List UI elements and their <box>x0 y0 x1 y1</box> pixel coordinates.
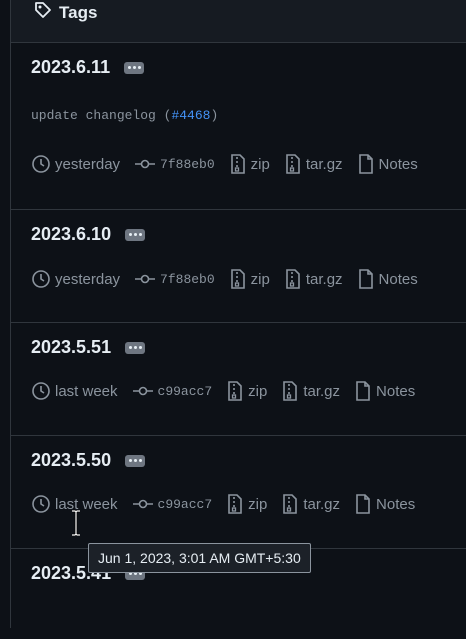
notes-label: Notes <box>378 270 418 288</box>
commit-sha: c99acc7 <box>157 496 213 512</box>
commit-item[interactable]: 7f88eb0 <box>134 157 215 172</box>
tag-meta: last week c99acc7 zip tar.gz Notes <box>31 381 429 401</box>
file-zip-icon <box>284 154 302 174</box>
text-cursor-icon <box>70 509 82 537</box>
notes-link[interactable]: Notes <box>354 494 415 514</box>
more-options-button[interactable] <box>124 61 145 74</box>
tag-title: 2023.5.50 <box>31 450 146 471</box>
targz-download[interactable]: tar.gz <box>284 154 343 174</box>
commit-icon <box>132 497 154 511</box>
commit-message-suffix: ) <box>210 108 219 123</box>
commit-icon <box>134 272 156 286</box>
commit-icon <box>134 157 156 171</box>
targz-label: tar.gz <box>305 270 343 288</box>
file-icon <box>354 494 372 514</box>
tag-name-link[interactable]: 2023.5.51 <box>31 337 111 358</box>
targz-label: tar.gz <box>305 155 343 173</box>
targz-label: tar.gz <box>303 495 341 513</box>
zip-label: zip <box>248 495 268 513</box>
targz-download[interactable]: tar.gz <box>284 269 343 289</box>
targz-download[interactable]: tar.gz <box>281 494 340 514</box>
file-zip-icon <box>281 494 299 514</box>
file-zip-icon <box>281 381 299 401</box>
date-tooltip: Jun 1, 2023, 3:01 AM GMT+5:30 <box>88 543 311 573</box>
notes-label: Notes <box>376 382 416 400</box>
tag-row: 2023.6.11 update changelog (#4468) yeste… <box>11 43 466 210</box>
more-options-button[interactable] <box>125 454 146 467</box>
notes-link[interactable]: Notes <box>354 381 415 401</box>
clock-icon <box>31 494 51 514</box>
tag-icon <box>33 0 53 25</box>
commit-message: update changelog (#4468) <box>31 108 218 123</box>
clock-icon <box>31 269 51 289</box>
tag-title: 2023.5.51 <box>31 337 146 358</box>
commit-sha: c99acc7 <box>157 383 213 399</box>
tags-header: Tags <box>11 0 466 43</box>
zip-download[interactable]: zip <box>229 269 270 289</box>
notes-link[interactable]: Notes <box>357 269 418 289</box>
tag-name-link[interactable]: 2023.6.11 <box>31 57 110 78</box>
notes-link[interactable]: Notes <box>357 154 418 174</box>
date-item[interactable]: last week <box>31 381 118 401</box>
zip-download[interactable]: zip <box>229 154 270 174</box>
zip-download[interactable]: zip <box>226 381 267 401</box>
tag-name-link[interactable]: 2023.6.10 <box>31 224 111 245</box>
file-zip-icon <box>284 269 302 289</box>
tag-name-link[interactable]: 2023.5.50 <box>31 450 111 471</box>
commit-message-text: update changelog ( <box>31 108 172 123</box>
commit-item[interactable]: c99acc7 <box>132 496 213 512</box>
zip-label: zip <box>250 270 270 288</box>
date-text: yesterday <box>55 155 121 173</box>
file-icon <box>354 381 372 401</box>
file-zip-icon <box>226 494 244 514</box>
date-item[interactable]: yesterday <box>31 269 120 289</box>
file-icon <box>357 269 375 289</box>
notes-label: Notes <box>378 155 418 173</box>
header-title-text: Tags <box>59 2 98 22</box>
tag-title: 2023.6.11 <box>31 57 145 78</box>
clock-icon <box>31 154 51 174</box>
notes-label: Notes <box>376 495 416 513</box>
more-options-button[interactable] <box>125 341 146 354</box>
targz-label: tar.gz <box>303 382 341 400</box>
zip-label: zip <box>250 155 270 173</box>
targz-download[interactable]: tar.gz <box>281 381 340 401</box>
zip-download[interactable]: zip <box>226 494 267 514</box>
date-text: last week <box>55 495 118 513</box>
tag-title: 2023.6.10 <box>31 224 146 245</box>
clock-icon <box>31 381 51 401</box>
file-zip-icon <box>226 381 244 401</box>
zip-label: zip <box>248 382 268 400</box>
file-icon <box>357 154 375 174</box>
tag-meta: yesterday 7f88eb0 zip tar.gz Notes <box>31 269 432 289</box>
commit-sha: 7f88eb0 <box>160 271 215 287</box>
tag-row: 2023.6.10 yesterday 7f88eb0 zip tar.gz N… <box>11 210 466 323</box>
date-text: yesterday <box>55 270 121 288</box>
commit-icon <box>132 384 154 398</box>
issue-link[interactable]: #4468 <box>171 108 210 123</box>
header-title: Tags <box>33 0 97 25</box>
file-zip-icon <box>229 154 247 174</box>
commit-sha: 7f88eb0 <box>160 156 215 172</box>
date-item[interactable]: yesterday <box>31 154 120 174</box>
tag-row: 2023.5.51 last week c99acc7 zip tar.gz N… <box>11 323 466 436</box>
more-options-button[interactable] <box>125 228 146 241</box>
tag-meta: last week c99acc7 zip tar.gz Notes <box>31 494 429 514</box>
file-zip-icon <box>229 269 247 289</box>
date-text: last week <box>55 382 118 400</box>
commit-item[interactable]: 7f88eb0 <box>134 272 215 287</box>
tag-meta: yesterday 7f88eb0 zip tar.gz Notes <box>31 154 432 174</box>
commit-item[interactable]: c99acc7 <box>132 383 213 399</box>
